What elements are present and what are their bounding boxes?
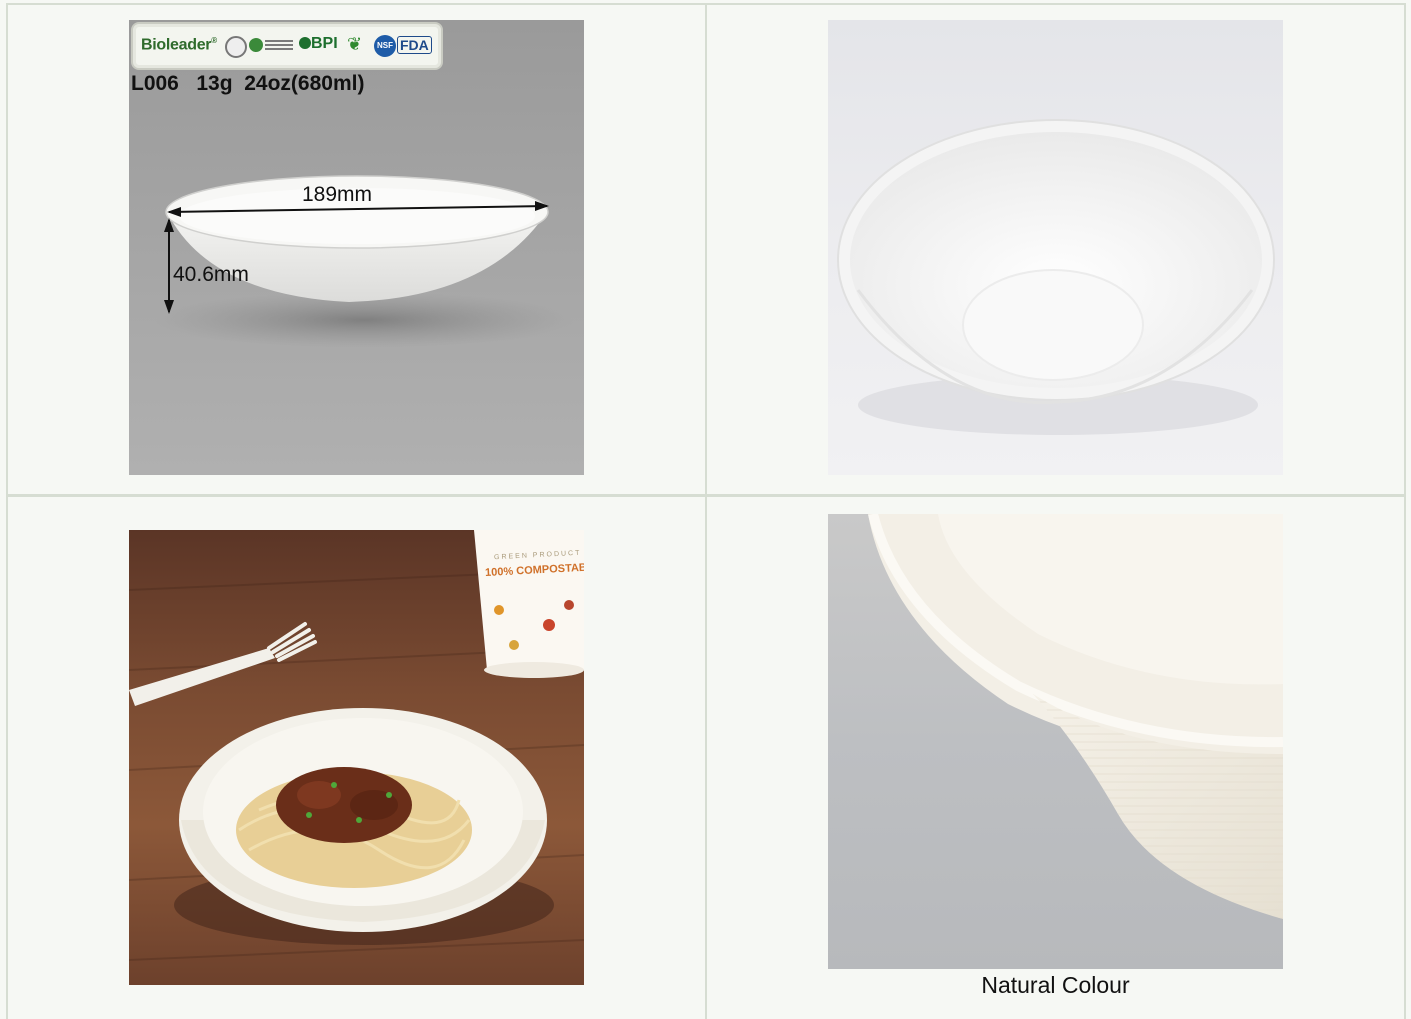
grid-border-left (6, 3, 8, 1019)
nsf-badge: NSF (374, 35, 396, 57)
noodle-scene-illustration (129, 530, 584, 961)
fork-icon (129, 622, 317, 706)
grid-divider-horizontal (6, 494, 1406, 497)
compostable-text-icon (265, 40, 293, 50)
fda-badge: FDA (397, 36, 432, 54)
brand-logo-bar: Bioleader® BPI ❦ NSF FDA (131, 22, 443, 70)
compostable-icon (249, 38, 263, 52)
product-spec-line: L006 13g 24oz(680ml) (131, 72, 365, 95)
white-bowl-photo (828, 20, 1283, 475)
bpi-logo-icon (299, 37, 311, 49)
noodle-bowl-photo: GREEN PRODUCT 100% COMPOSTABLE (129, 530, 584, 985)
grid-divider-vertical (705, 3, 707, 1019)
white-bowl-illustration (837, 119, 1275, 435)
brand-name: Bioleader® (141, 36, 217, 54)
bowl-rim-illustration (868, 514, 1283, 919)
natural-colour-caption: Natural Colour (981, 972, 1130, 998)
seedling-icon: ❦ (347, 34, 363, 54)
height-dimension-label: 40.6mm (173, 263, 249, 286)
bpi-badge: BPI (299, 35, 338, 53)
iso-seal-icon (225, 36, 247, 58)
width-dimension-label: 189mm (302, 183, 373, 206)
grid-border-right (1404, 3, 1406, 1019)
spec-bowl-photo: Bioleader® BPI ❦ NSF FDA L006 13g 24oz(6… (129, 20, 584, 475)
bowl-rim-closeup-photo (828, 514, 1283, 969)
